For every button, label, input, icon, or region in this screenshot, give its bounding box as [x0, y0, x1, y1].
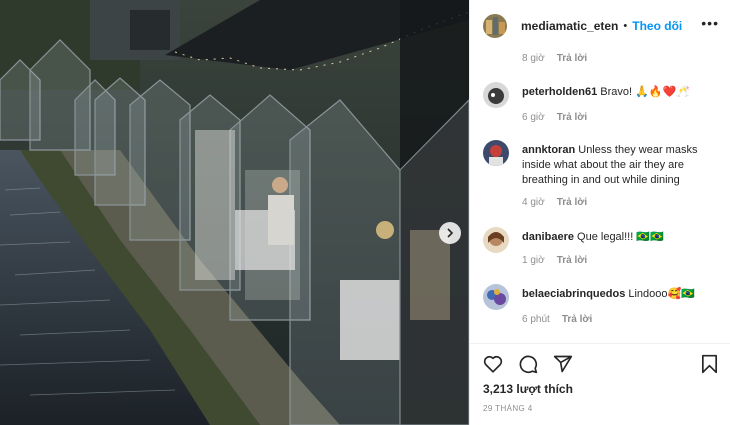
- reply-button[interactable]: Trả lời: [557, 53, 587, 64]
- bookmark-icon[interactable]: [701, 354, 718, 374]
- comment-meta: 4 giờ Trả lời: [522, 197, 587, 208]
- comments-list: 8 giờ Trả lời peterholden61 Bravo! 🙏🔥❤️🥂…: [470, 52, 730, 334]
- separator-dot: •: [623, 20, 628, 32]
- post-header: mediamatic_eten • Theo dõi •••: [470, 0, 730, 52]
- comment-text: Bravo! 🙏🔥❤️🥂: [600, 86, 690, 98]
- post-panel: mediamatic_eten • Theo dõi ••• 8 giờ Trả…: [469, 0, 730, 425]
- comment-username[interactable]: danibaere: [522, 231, 574, 243]
- comment-meta: 6 phút Trả lời: [522, 314, 592, 325]
- post-username[interactable]: mediamatic_eten: [521, 19, 618, 33]
- comment-username[interactable]: annktoran: [522, 144, 575, 156]
- avatar[interactable]: [483, 227, 509, 253]
- comment-username[interactable]: belaeciabrinquedos: [522, 288, 625, 300]
- avatar[interactable]: [483, 82, 509, 108]
- avatar[interactable]: [483, 284, 509, 310]
- comment-username[interactable]: peterholden61: [522, 86, 597, 98]
- comment-text: Lindooo🥰🇧🇷: [628, 288, 695, 300]
- share-icon[interactable]: [553, 354, 573, 374]
- comment-time: 1 giờ: [522, 255, 545, 266]
- follow-button[interactable]: Theo dõi: [632, 19, 682, 33]
- comment-meta: 1 giờ Trả lời: [522, 255, 587, 266]
- reply-button[interactable]: Trả lời: [557, 112, 587, 123]
- heart-icon[interactable]: [483, 354, 503, 373]
- comment-time: 8 giờ: [522, 53, 545, 64]
- next-photo-button[interactable]: [439, 222, 461, 244]
- reply-button[interactable]: Trả lời: [562, 314, 592, 325]
- action-bar: [470, 343, 730, 379]
- post-photo[interactable]: [0, 0, 469, 425]
- comment-text: Que legal!!! 🇧🇷🇧🇷: [577, 231, 664, 243]
- comment-meta: 6 giờ Trả lời: [522, 112, 587, 123]
- greenhouse-scene: [0, 0, 469, 425]
- avatar[interactable]: [483, 140, 509, 166]
- comment-icon[interactable]: [518, 354, 538, 374]
- like-count[interactable]: 3,213 lượt thích: [483, 382, 573, 396]
- reply-button[interactable]: Trả lời: [557, 197, 587, 208]
- comment-meta: 8 giờ Trả lời: [522, 53, 587, 64]
- more-horizontal-icon[interactable]: •••: [701, 15, 719, 31]
- post-date: 29 THÁNG 4: [483, 404, 533, 413]
- reply-button[interactable]: Trả lời: [557, 255, 587, 266]
- chevron-right-icon: [447, 228, 454, 238]
- comment-time: 6 giờ: [522, 112, 545, 123]
- comment-time: 4 giờ: [522, 197, 545, 208]
- avatar[interactable]: [483, 14, 507, 38]
- comment-time: 6 phút: [522, 314, 550, 325]
